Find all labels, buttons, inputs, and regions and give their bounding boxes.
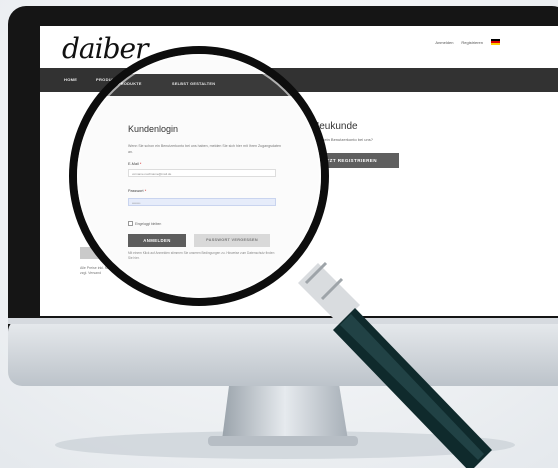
magnifier-overlay [69, 46, 492, 468]
magnifier-handle [298, 261, 492, 468]
magnifier-grip-highlight [340, 314, 484, 460]
magnifier-rim [69, 46, 329, 306]
lens-highlight [77, 54, 321, 298]
